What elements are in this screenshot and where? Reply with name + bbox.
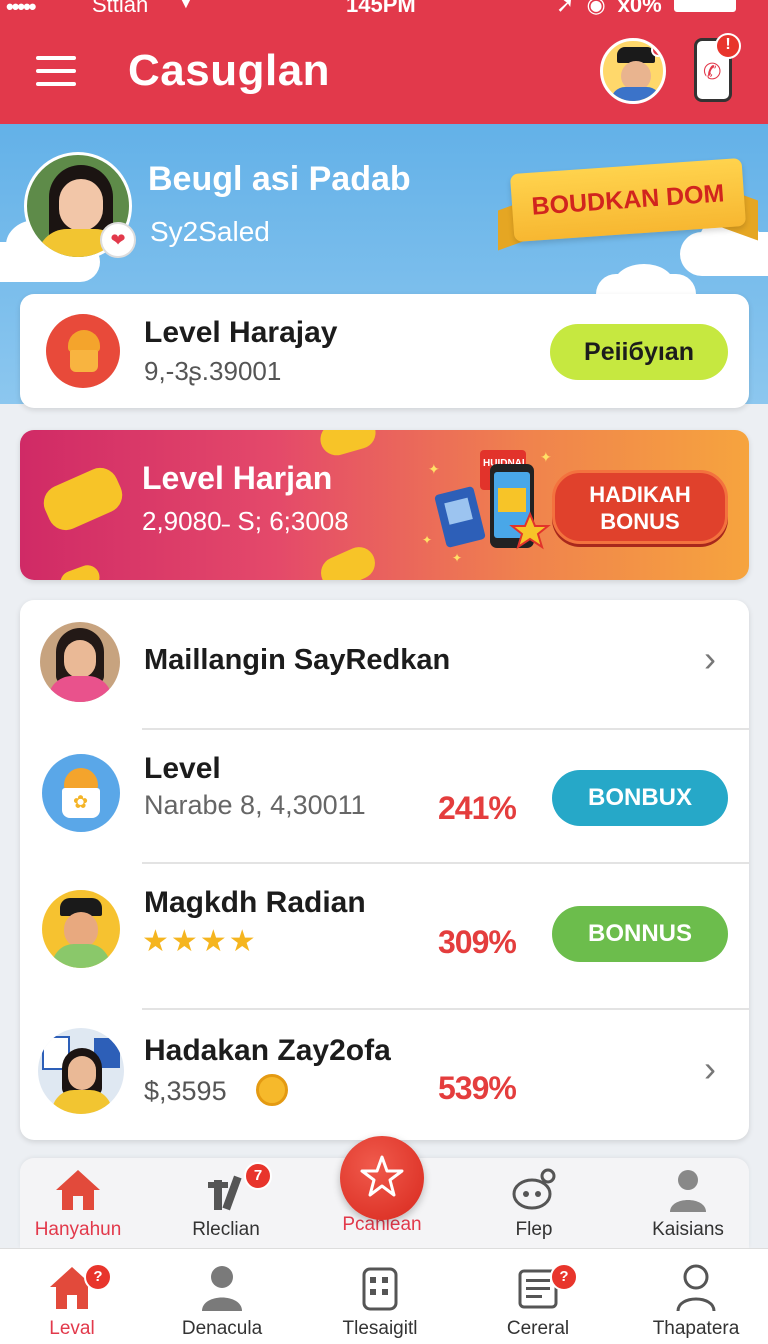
list-item-title: Hadakan Zay2ofa xyxy=(144,1034,391,1067)
profile-name: Beugl asi Padab xyxy=(148,160,411,198)
promo-title: Level Harjan xyxy=(142,460,333,496)
percent-value: 241% xyxy=(438,790,517,826)
wifi-icon: ▼ xyxy=(176,0,196,13)
promo-banner[interactable]: Level Harjan 2,9080˗ S; 6;3008 HUIDNAL ✦… xyxy=(20,430,749,580)
tab-label: Flep xyxy=(515,1219,553,1240)
bonus-button[interactable]: HADIKAH BONUS xyxy=(552,470,728,544)
app-header: ••••• Sttian ▼ 145PM ➚ ◉ x0% Casuglan ✆ … xyxy=(0,0,768,124)
tab-tlesaigitl[interactable]: Tlesaigitl xyxy=(310,1263,450,1340)
avatar xyxy=(38,1028,124,1114)
list-item[interactable]: Magkdh Radian ★★★★ 309% BONNUS xyxy=(20,864,749,1008)
notification-badge: ? xyxy=(550,1263,578,1291)
phone-button[interactable]: ✆ ! xyxy=(694,33,741,102)
percent-value: 309% xyxy=(438,924,517,960)
list-item-title: Magkdh Radian xyxy=(144,886,366,919)
level-card[interactable]: Level Harajay 9,-3ʂ.39001 Peiiбyıan xyxy=(20,294,749,408)
tab-label: Rleclian xyxy=(192,1219,260,1240)
user-avatar[interactable] xyxy=(600,38,666,104)
cupcake-icon xyxy=(46,314,120,388)
list-item[interactable]: Hadakan Zay2ofa $,3595 539% › xyxy=(20,1010,749,1140)
signal-indicator: ••••• xyxy=(6,0,36,19)
phone-cards-icon: HUIDNAL ✦ ✦ ✦ ✦ xyxy=(422,449,552,564)
list-item[interactable]: ✿ Level Narabe 8, 4,30011 241% BONBUX xyxy=(20,730,749,862)
chevron-right-icon: › xyxy=(704,1048,716,1089)
status-right: ➚ ◉ x0% xyxy=(556,0,736,18)
tab-flep[interactable]: Flep xyxy=(464,1166,604,1241)
svg-text:✦: ✦ xyxy=(540,449,552,465)
star-icon: ★ xyxy=(228,925,258,958)
phone-icon: ✆ xyxy=(703,59,722,84)
home-icon xyxy=(56,1170,100,1210)
star-icon: ★ xyxy=(199,925,229,958)
level-card-value: 9,-3ʂ.39001 xyxy=(144,356,282,386)
bonus-button-line1: HADIKAH xyxy=(589,482,691,507)
candy-bar-icon xyxy=(57,561,103,580)
bonus-pill-button[interactable]: BONNUS xyxy=(552,906,728,962)
star-icon: ★ xyxy=(142,925,171,958)
tab-kaisians[interactable]: Kaisians xyxy=(618,1166,758,1241)
player-list: Maillangin SayRedkan › ✿ Level Narabe 8,… xyxy=(20,600,749,1140)
tab-label: Hanyahun xyxy=(34,1219,122,1240)
avatar: ✿ xyxy=(42,754,120,832)
bottom-navigation: Leval ? Denacula Tlesaigitl Cereral ? Th… xyxy=(0,1248,768,1344)
tab-label: Leval xyxy=(49,1318,95,1339)
percent-value: 539% xyxy=(438,1070,517,1106)
tab-thapatera[interactable]: Thapatera xyxy=(626,1263,766,1340)
tab-leval[interactable]: Leval ? xyxy=(2,1263,142,1340)
avatar xyxy=(42,890,120,968)
svg-text:✦: ✦ xyxy=(428,461,440,477)
app-title: Casuglan xyxy=(128,46,331,95)
person-icon xyxy=(676,1264,716,1312)
verified-badge-icon: ❤ xyxy=(100,222,136,258)
bonus-pill-button[interactable]: BONBUX xyxy=(552,770,728,826)
phone-badge: ! xyxy=(715,33,741,59)
level-card-title: Level Harajay xyxy=(144,316,338,349)
person-icon xyxy=(670,1170,706,1212)
star-icon xyxy=(360,1155,404,1197)
carrier-label: Sttian xyxy=(92,0,149,17)
battery-icon xyxy=(673,0,736,12)
location-icon: ➚ xyxy=(556,0,575,17)
person-icon xyxy=(202,1266,242,1311)
coin-icon xyxy=(256,1074,288,1106)
rating-stars: ★★★★ xyxy=(142,924,258,959)
candy-bar-icon xyxy=(38,462,128,536)
tab-label: Kaisians xyxy=(652,1219,724,1240)
tab-cereral[interactable]: Cereral ? xyxy=(468,1263,608,1340)
tab-denacula[interactable]: Denacula xyxy=(152,1263,292,1340)
gamepad-icon xyxy=(512,1168,556,1210)
star-fab-button[interactable] xyxy=(340,1136,424,1220)
tab-label: Cereral xyxy=(506,1318,570,1339)
chevron-right-icon: › xyxy=(704,638,716,679)
battery-percent: x0% xyxy=(617,0,662,17)
level-card-button[interactable]: Peiiбyıan xyxy=(550,324,728,380)
status-time: 145PM xyxy=(346,0,416,17)
status-bar: ••••• Sttian ▼ 145PM ➚ ◉ x0% xyxy=(0,0,768,22)
svg-text:✦: ✦ xyxy=(452,551,462,564)
list-item-subtitle: $,3595 xyxy=(144,1076,227,1106)
notification-badge: 7 xyxy=(244,1162,272,1190)
list-item[interactable]: Maillangin SayRedkan › xyxy=(20,600,749,728)
candy-bar-icon xyxy=(315,541,381,580)
list-item-subtitle: Narabe 8, 4,30011 xyxy=(144,790,366,820)
candy-bar-icon xyxy=(316,430,380,460)
alarm-icon: ◉ xyxy=(586,0,606,17)
tab-label: Denacula xyxy=(181,1318,263,1339)
avatar xyxy=(40,622,120,702)
tab-label: Tlesaigitl xyxy=(342,1318,418,1339)
calculator-icon xyxy=(362,1267,398,1311)
star-icon: ★ xyxy=(170,925,200,958)
profile-subtitle: Sy2Saled xyxy=(150,216,270,247)
list-item-title: Level xyxy=(144,752,221,785)
tab-rleclian[interactable]: Rleclian 7 xyxy=(156,1162,296,1241)
list-item-title: Maillangin SayRedkan xyxy=(144,644,451,676)
tab-label: Thapatera xyxy=(652,1318,740,1339)
tab-hanyahun[interactable]: Hanyahun xyxy=(8,1166,148,1241)
notification-badge: ? xyxy=(84,1263,112,1291)
promo-value: 2,9080˗ S; 6;3008 xyxy=(142,506,349,536)
svg-text:✦: ✦ xyxy=(422,533,432,547)
hamburger-menu-icon[interactable] xyxy=(36,56,76,86)
bonus-button-line2: BONUS xyxy=(600,509,680,534)
